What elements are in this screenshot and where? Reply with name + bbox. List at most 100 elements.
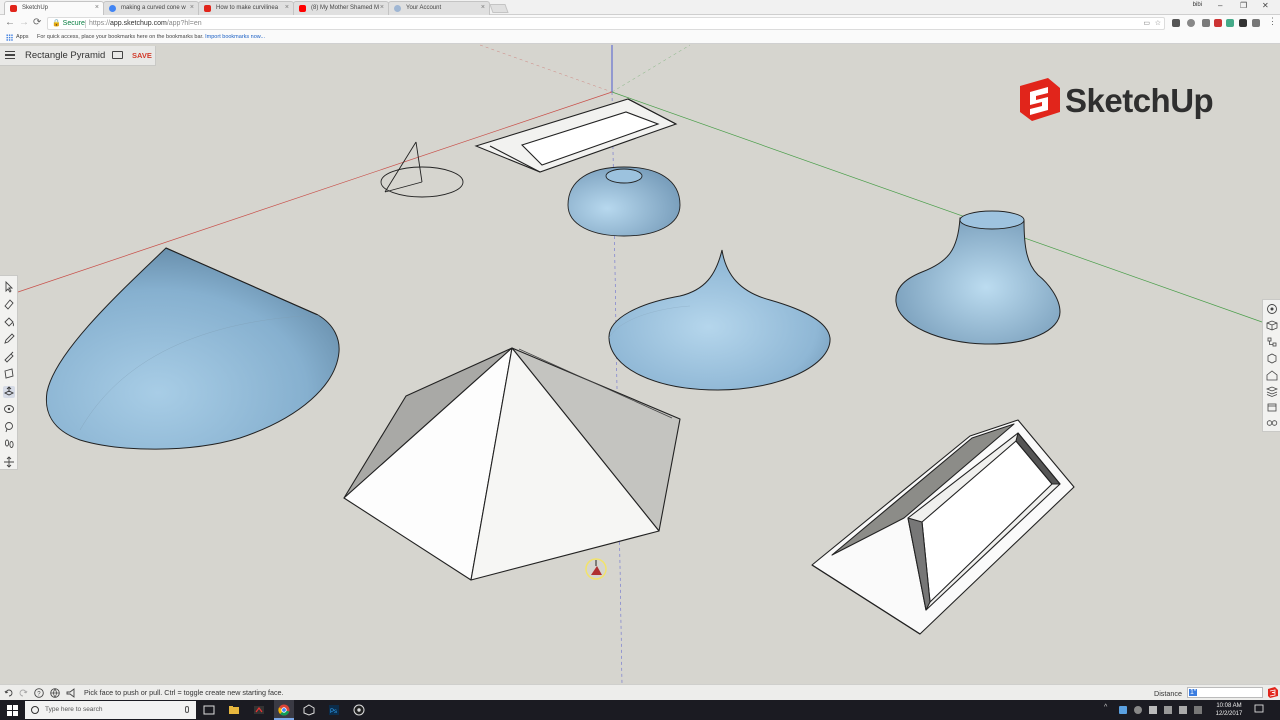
flat-prism[interactable]	[474, 98, 678, 173]
task-view-icon[interactable]	[203, 704, 215, 716]
hamburger-menu-icon[interactable]	[5, 51, 15, 59]
profile-badge[interactable]: bibi	[1193, 2, 1202, 8]
rectangle-icon[interactable]	[3, 368, 15, 380]
extension-icon[interactable]	[1172, 19, 1180, 27]
sketchup-logo-icon	[1020, 78, 1060, 121]
browser-tab-youtube[interactable]: (8) My Mother Shamed M ×	[293, 1, 389, 15]
display-icon[interactable]	[1266, 417, 1278, 429]
save-button[interactable]: SAVE	[132, 51, 152, 60]
instructor-icon[interactable]	[1266, 303, 1278, 315]
bookmark-star-icon[interactable]: ☆	[1155, 18, 1161, 29]
action-center-icon[interactable]	[1254, 704, 1264, 714]
apps-link[interactable]: Apps	[16, 32, 29, 43]
folder-icon[interactable]	[112, 51, 123, 59]
close-tab-icon[interactable]: ×	[190, 2, 194, 14]
3d-warehouse-icon[interactable]	[1266, 369, 1278, 381]
new-tab-button[interactable]	[489, 4, 509, 13]
orbit-icon[interactable]	[3, 403, 15, 415]
entity-info-icon[interactable]	[1266, 352, 1278, 364]
network-icon[interactable]	[1164, 706, 1172, 714]
dropbox-icon[interactable]	[1119, 706, 1127, 714]
feedback-megaphone-icon[interactable]	[66, 688, 76, 698]
tab-title: Your Account	[406, 5, 442, 11]
file-explorer-icon[interactable]	[228, 704, 240, 716]
model-title[interactable]: Rectangle Pyramid	[25, 50, 105, 61]
taskbar-search[interactable]: Type here to search	[25, 701, 196, 719]
left-toolbar	[0, 275, 18, 470]
components-icon[interactable]	[1266, 319, 1278, 331]
minimize-icon[interactable]: –	[1218, 1, 1222, 10]
hemisphere-dome[interactable]	[567, 166, 681, 237]
extension-icon[interactable]	[1214, 19, 1222, 27]
lasso-icon[interactable]	[3, 421, 15, 433]
import-bookmarks-link[interactable]: Import bookmarks now...	[205, 34, 265, 40]
select-icon[interactable]	[3, 280, 15, 293]
tray-app-icon[interactable]	[1134, 706, 1142, 714]
3d-scene[interactable]	[0, 44, 1280, 684]
scenes-icon[interactable]	[1266, 401, 1278, 413]
large-cone[interactable]	[45, 247, 340, 450]
back-icon[interactable]: ←	[5, 17, 15, 28]
hollow-prism[interactable]	[811, 419, 1075, 635]
tray-app-icon[interactable]	[1149, 706, 1157, 714]
unity-icon[interactable]	[303, 704, 315, 716]
windows-start-icon[interactable]	[7, 705, 18, 716]
close-tab-icon[interactable]: ×	[380, 2, 384, 14]
help-icon[interactable]: ?	[34, 688, 44, 698]
redo-icon[interactable]	[18, 688, 28, 698]
footprint-icon[interactable]	[3, 438, 15, 450]
close-window-icon[interactable]: ✕	[1262, 1, 1269, 10]
pan-icon[interactable]	[3, 456, 15, 468]
language-globe-icon[interactable]	[50, 688, 60, 698]
clock-time: 10:08 AM	[1216, 703, 1242, 709]
maximize-icon[interactable]: ❐	[1240, 1, 1247, 10]
modeling-viewport[interactable]	[0, 44, 1280, 684]
system-clock[interactable]: 10:08 AM 12/2/2017	[1214, 702, 1244, 718]
tape-measure-icon[interactable]	[3, 351, 15, 363]
layers-icon[interactable]	[1265, 385, 1279, 397]
extension-icon[interactable]	[1226, 19, 1234, 27]
flared-cylinder[interactable]	[895, 210, 1061, 345]
browser-tab-curved-cone[interactable]: making a curved cone w ×	[103, 1, 199, 15]
obs-icon[interactable]	[353, 704, 365, 716]
tab-title: making a curved cone w	[121, 5, 186, 11]
outliner-icon[interactable]	[1266, 336, 1278, 348]
eraser-icon[interactable]	[3, 298, 15, 310]
close-tab-icon[interactable]: ×	[285, 2, 289, 14]
volume-icon[interactable]	[1179, 706, 1187, 714]
rectangle-pyramid[interactable]	[343, 347, 681, 581]
keyboard-icon[interactable]	[1194, 706, 1202, 714]
apps-grid-icon[interactable]	[6, 34, 13, 41]
close-tab-icon[interactable]: ×	[481, 2, 485, 14]
pencil-icon[interactable]	[3, 333, 15, 345]
red-axis	[17, 91, 613, 293]
browser-tab-curvilinear[interactable]: How to make curvilinea ×	[198, 1, 294, 15]
distance-input[interactable]: 1"	[1187, 687, 1263, 698]
url-text[interactable]: https://app.sketchup.com/app?hl=en	[89, 18, 202, 29]
browser-menu-icon[interactable]: ⋮	[1268, 16, 1277, 27]
url-scheme: https://	[89, 20, 111, 27]
secure-label: 🔒 Secure	[52, 20, 85, 27]
browser-tab-sketchup[interactable]: SketchUp ×	[4, 1, 104, 15]
microphone-icon[interactable]	[185, 706, 189, 713]
push-pull-icon[interactable]	[3, 386, 15, 398]
undo-icon[interactable]	[4, 688, 14, 698]
chrome-icon	[278, 704, 290, 716]
wireframe-cone[interactable]	[380, 141, 464, 198]
close-tab-icon[interactable]: ×	[95, 2, 99, 14]
forward-icon[interactable]: →	[19, 17, 29, 28]
tray-expand-icon[interactable]: ^	[1104, 704, 1112, 712]
extension-icon[interactable]	[1202, 19, 1210, 27]
extension-icon[interactable]	[1239, 19, 1247, 27]
chrome-taskbar-button[interactable]	[274, 700, 294, 720]
reload-icon[interactable]: ⟳	[33, 17, 41, 28]
cast-icon[interactable]: ▭	[1143, 18, 1150, 29]
address-bar[interactable]: 🔒 Secure https://app.sketchup.com/app?hl…	[47, 17, 1165, 30]
extension-icon[interactable]	[1252, 19, 1260, 27]
spiked-cone[interactable]	[608, 249, 831, 391]
extension-icon[interactable]	[1187, 19, 1195, 27]
photoshop-icon[interactable]: Ps	[328, 704, 340, 716]
browser-tab-your-account[interactable]: Your Account ×	[388, 1, 490, 15]
app-icon[interactable]	[253, 704, 265, 716]
paint-bucket-icon[interactable]	[3, 316, 15, 328]
